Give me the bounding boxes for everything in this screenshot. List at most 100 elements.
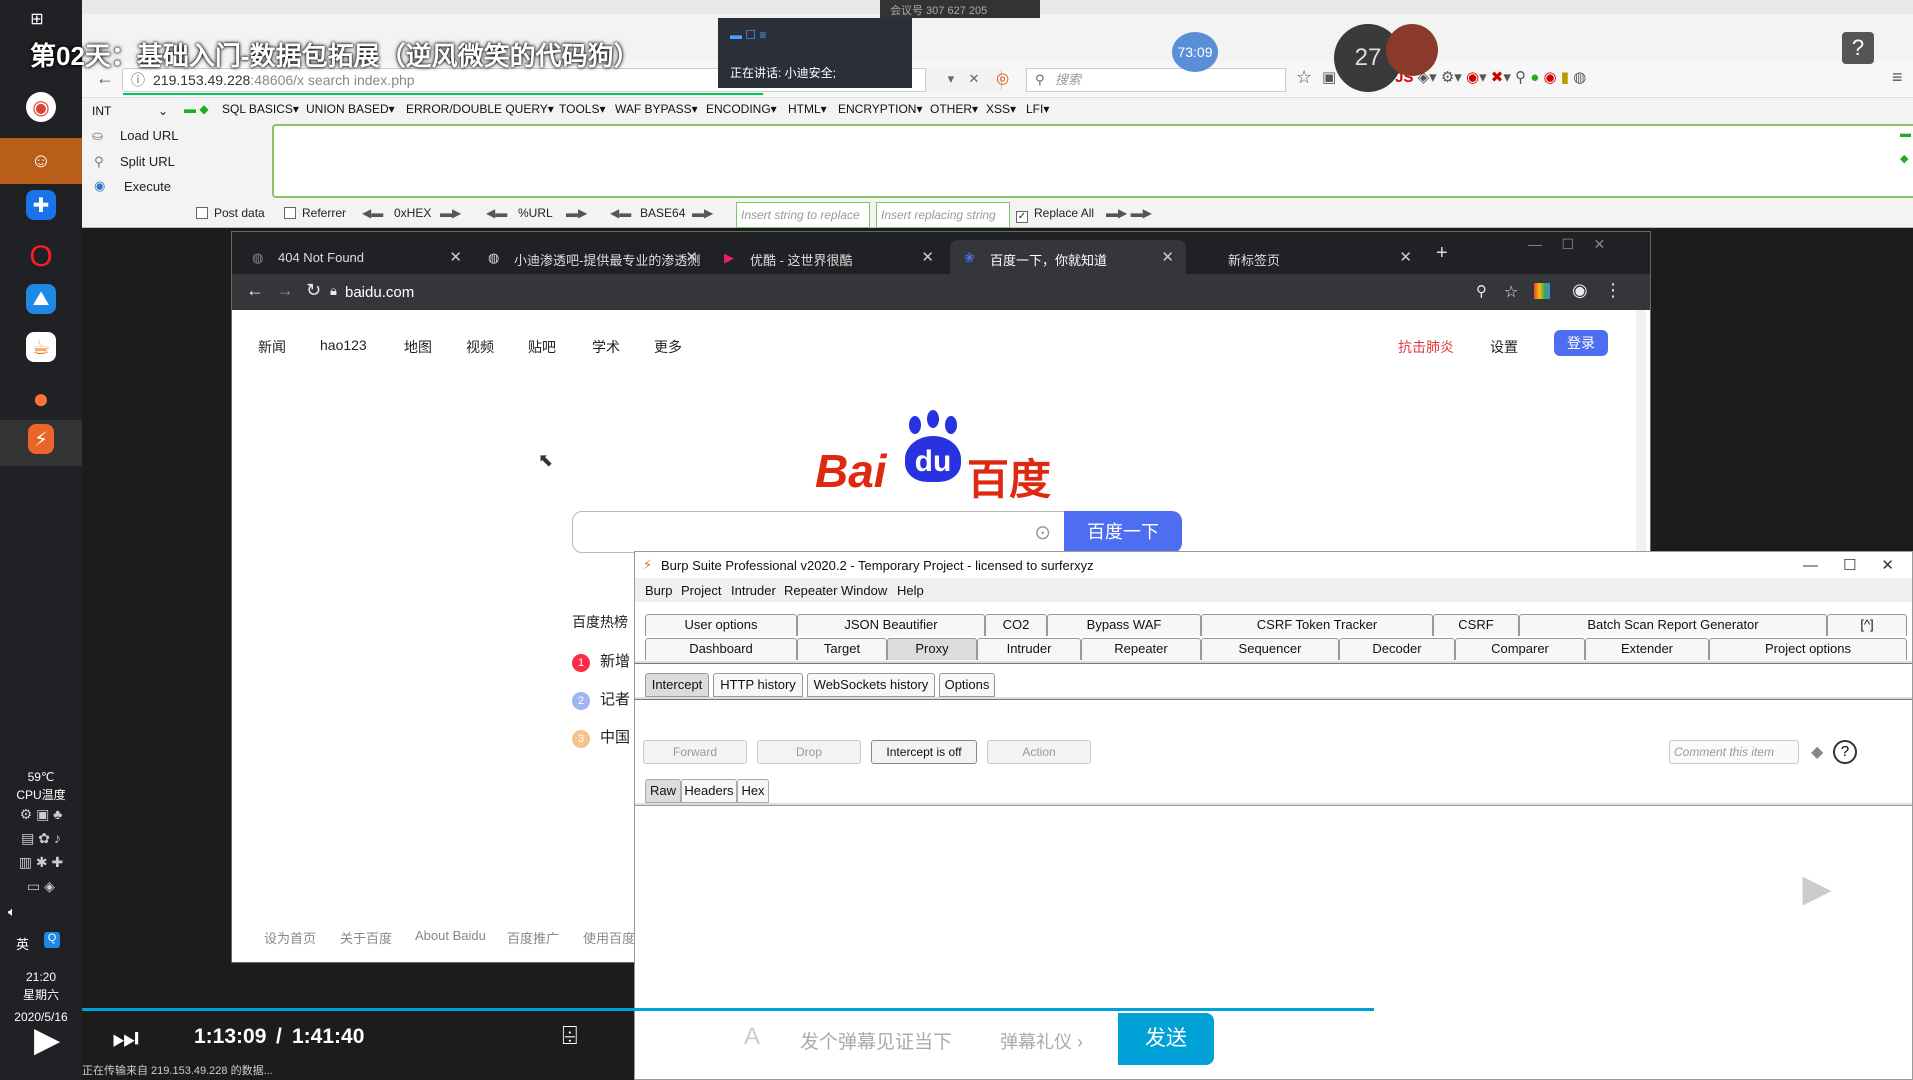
menu-intruder[interactable]: Intruder (731, 583, 776, 598)
help-icon[interactable]: ? (1842, 32, 1874, 64)
hot-item[interactable]: 2 记者 (572, 688, 630, 710)
menu-error-double-query[interactable]: ERROR/DOUBLE QUERY▾ (406, 102, 554, 116)
footer-link[interactable]: 关于百度 (340, 928, 392, 947)
new-tab-button[interactable]: + (1436, 242, 1448, 265)
menu-window[interactable]: Window (841, 583, 887, 598)
menu-repeater[interactable]: Repeater (784, 583, 837, 598)
tab-user-options[interactable]: User options (645, 614, 797, 636)
play-icon[interactable]: ▶ (34, 1020, 60, 1060)
nav-tieba[interactable]: 贴吧 (528, 337, 556, 357)
highlight-icon[interactable]: ◆ (1811, 742, 1823, 762)
quality-button[interactable]: 1080P 高清 (1306, 1025, 1424, 1059)
baidu-search-input[interactable]: ⊙ (572, 511, 1068, 553)
tab-decoder[interactable]: Decoder (1339, 638, 1455, 660)
nav-video[interactable]: 视频 (466, 337, 494, 357)
tab-extender[interactable]: Extender (1585, 638, 1709, 660)
close-icon[interactable]: ✕ (685, 248, 698, 266)
next-icon[interactable]: ⏭︎ (112, 1022, 139, 1056)
pip-icon[interactable]: ⧉ (1788, 1018, 1809, 1052)
comment-input[interactable]: Comment this item (1669, 740, 1799, 764)
menu-html[interactable]: HTML▾ (788, 102, 827, 116)
bookmark-star-icon[interactable]: ☆ (1296, 67, 1312, 88)
danmaku-etiquette-link[interactable]: 弹幕礼仪 › (1000, 1028, 1083, 1054)
tab-baidu[interactable]: ❀ 百度一下，你就知道 ✕ (950, 240, 1186, 274)
tab-newtab[interactable]: 新标签页 ✕ (1188, 240, 1424, 274)
tab-dashboard[interactable]: Dashboard (645, 638, 797, 660)
subtab-http-history[interactable]: HTTP history (713, 673, 803, 697)
app-icon[interactable]: ☺ (22, 142, 60, 180)
progress-bar[interactable] (82, 1008, 1374, 1011)
referrer-option[interactable]: Referrer (284, 206, 346, 220)
cloud-icon[interactable]: ⛰ (26, 284, 56, 314)
footer-link[interactable]: 百度推广 (507, 928, 559, 947)
url-dropdown-close[interactable]: ▾ ✕ (925, 68, 1001, 92)
menu-waf-bypass[interactable]: WAF BYPASS▾ (615, 102, 698, 116)
nav-hao123[interactable]: hao123 (320, 337, 367, 353)
view-raw[interactable]: Raw (645, 779, 681, 803)
replacing-string-input[interactable]: Insert replacing string (876, 202, 1010, 228)
tab-expand[interactable]: [^] (1827, 614, 1907, 636)
reload-icon[interactable]: ◎ (996, 69, 1009, 87)
hackbar-resize-icons[interactable]: ▬ ◆ (1900, 128, 1911, 165)
hot-item[interactable]: 1 新增 (572, 650, 630, 672)
tab-sequencer[interactable]: Sequencer (1201, 638, 1339, 660)
tab-404[interactable]: ◍ 404 Not Found ✕ (238, 240, 474, 274)
reload-icon[interactable]: ↻ (306, 280, 321, 301)
tab-csrf[interactable]: CSRF (1433, 614, 1519, 636)
post-data-checkbox[interactable] (196, 207, 208, 219)
menu-xss[interactable]: XSS▾ (986, 102, 1016, 116)
nav-map[interactable]: 地图 (404, 337, 432, 357)
load-url-button[interactable]: Load URL (120, 128, 179, 143)
split-url-button[interactable]: Split URL (120, 154, 175, 169)
subtab-options[interactable]: Options (939, 673, 995, 697)
subtab-intercept[interactable]: Intercept (645, 673, 709, 697)
clock-time[interactable]: 21:20 (0, 970, 82, 984)
close-icon[interactable]: ✕ (1161, 248, 1174, 266)
tab-bypass-waf[interactable]: Bypass WAF (1047, 614, 1201, 636)
danmaku-toggle-icon[interactable]: ⌹ (562, 1020, 578, 1052)
nav-news[interactable]: 新闻 (258, 337, 286, 357)
hex-right-arrow-icon[interactable]: ▬▶ (440, 206, 461, 220)
extension-icon[interactable] (1534, 283, 1550, 299)
avatar[interactable] (1386, 24, 1438, 76)
tray-icons-4[interactable]: ▭ ◈ (0, 878, 82, 895)
tab-co2[interactable]: CO2 (985, 614, 1047, 636)
footer-link[interactable]: 设为首页 (264, 928, 316, 947)
danmaku-send-button[interactable]: 发送 (1118, 1013, 1214, 1065)
tab-xiaodi[interactable]: ◍ 小迪渗透吧-提供最专业的渗透测 ✕ (474, 240, 710, 274)
windows-icon[interactable]: ⊞ (22, 4, 52, 34)
back-icon[interactable]: ← (246, 280, 264, 301)
footer-link[interactable]: 使用百度 (583, 928, 635, 947)
volume-icon[interactable]: 🔈︎ (1638, 1020, 1656, 1054)
window-controls[interactable]: — ☐ ✕ (1803, 556, 1894, 574)
burp-icon[interactable]: ⚡ (28, 424, 54, 454)
execute-button[interactable]: Execute (124, 179, 171, 194)
text-style-icon[interactable]: A (744, 1023, 760, 1051)
hot-list-title[interactable]: 百度热榜 (572, 612, 628, 632)
minimize-icon[interactable]: ▬ ☐ ≡ (730, 28, 766, 42)
url-left-arrow-icon[interactable]: ◀▬ (486, 206, 507, 220)
java-icon[interactable]: ☕ (26, 332, 56, 362)
hot-item[interactable]: 3 中国 (572, 726, 630, 748)
tray-icons-2[interactable]: ▤ ✿ ♪ (0, 830, 82, 847)
speed-button[interactable]: 倍速 (1546, 1025, 1592, 1059)
tab-csrf-token-tracker[interactable]: CSRF Token Tracker (1201, 614, 1433, 636)
drop-button[interactable]: Drop (757, 740, 861, 764)
hackbar-minus-icon[interactable]: ▬ ◆ (184, 102, 209, 116)
nav-more[interactable]: 更多 (654, 337, 682, 357)
episodes-button[interactable]: 选集 (1464, 1025, 1510, 1059)
login-button[interactable]: 登录 (1554, 330, 1608, 356)
qq-icon[interactable]: Q (44, 932, 60, 948)
menu-tools[interactable]: TOOLS▾ (559, 102, 605, 116)
base64-right-arrow-icon[interactable]: ▬▶ (692, 206, 713, 220)
ime-lang[interactable]: 英 (0, 934, 82, 953)
replace-all-option[interactable]: ✓ Replace All (1016, 206, 1094, 223)
tab-repeater[interactable]: Repeater (1081, 638, 1201, 660)
danmaku-settings-icon[interactable]: ⌹ (646, 1020, 662, 1052)
menu-union-based[interactable]: UNION BASED▾ (306, 102, 395, 116)
forward-icon[interactable]: → (276, 280, 294, 301)
nav-settings[interactable]: 设置 (1490, 337, 1518, 357)
forward-button[interactable]: Forward (643, 740, 747, 764)
insert-string-input[interactable]: Insert string to replace (736, 202, 870, 228)
menu-project[interactable]: Project (681, 583, 721, 598)
